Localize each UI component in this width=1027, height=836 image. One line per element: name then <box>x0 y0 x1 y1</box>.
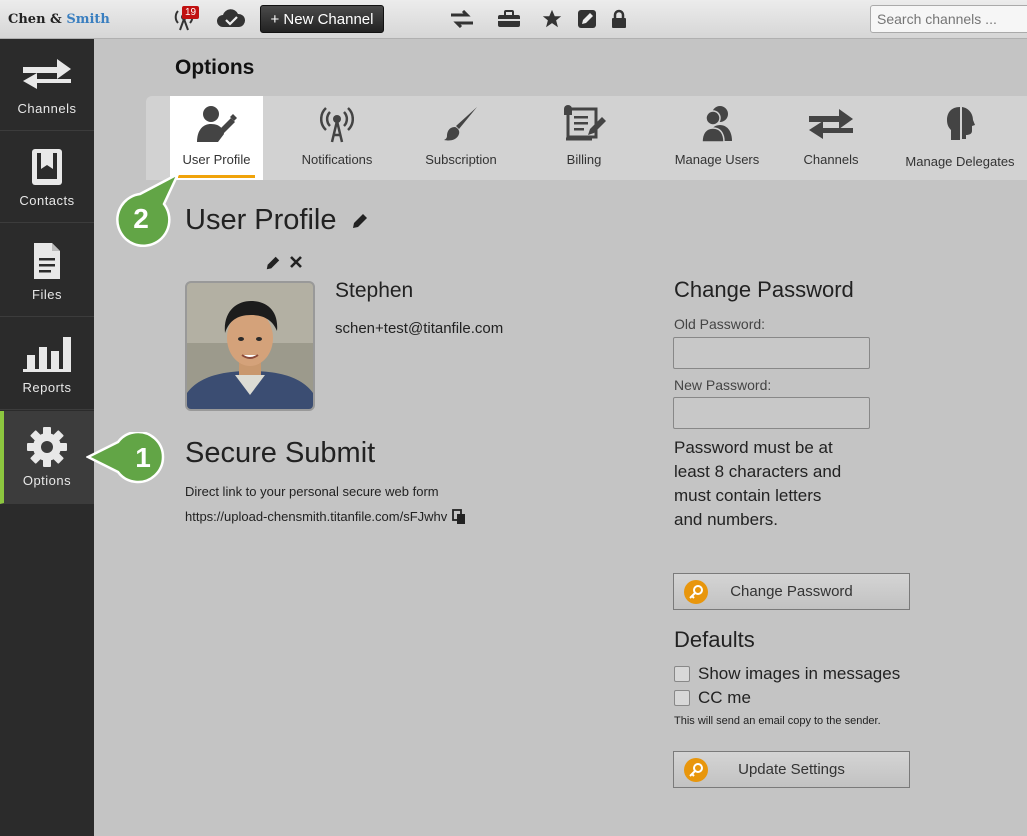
svg-text:1: 1 <box>135 442 151 473</box>
file-icon <box>33 239 61 283</box>
tab-billing[interactable]: Billing <box>544 96 624 180</box>
change-password-heading: Change Password <box>674 277 854 302</box>
callout-1: 1 <box>85 430 176 491</box>
secure-submit-link[interactable]: https://upload-chensmith.titanfile.com/s… <box>185 509 447 524</box>
sidebar-item-options[interactable]: Options <box>0 411 94 504</box>
remove-photo-close-icon[interactable] <box>289 255 303 274</box>
cc-me-checkbox[interactable] <box>674 690 690 706</box>
arrows-exchange-icon <box>807 96 855 152</box>
cc-me-note: This will send an email copy to the send… <box>674 715 881 727</box>
delegate-head-icon <box>945 96 975 152</box>
show-images-label: Show images in messages <box>698 664 901 683</box>
edit-note-icon[interactable] <box>573 6 601 32</box>
defaults-heading: Defaults <box>674 627 755 652</box>
bar-chart-icon <box>21 332 73 376</box>
edit-photo-pencil-icon[interactable] <box>265 255 281 276</box>
secure-submit-heading: Secure Submit <box>185 437 376 469</box>
top-bar: Chen & Smith 19 + New Channel <box>0 0 1027 39</box>
lock-icon[interactable] <box>605 6 633 32</box>
user-edit-icon <box>196 96 237 152</box>
tab-subscription[interactable]: Subscription <box>416 96 506 180</box>
invoice-scroll-icon <box>562 96 606 152</box>
update-settings-button[interactable]: Update Settings <box>673 751 910 788</box>
options-tabs: User Profile Notifications Subscription … <box>146 96 1027 180</box>
profile-name: Stephen <box>335 279 414 302</box>
app-logo[interactable]: Chen & Smith <box>8 12 110 27</box>
arrows-exchange-icon <box>21 53 73 97</box>
key-icon <box>684 579 708 604</box>
star-icon[interactable] <box>538 6 566 32</box>
paintbrush-icon <box>443 96 479 152</box>
sidebar-item-files[interactable]: Files <box>0 225 94 317</box>
new-channel-button[interactable]: + New Channel <box>260 5 384 33</box>
new-password-field[interactable] <box>673 397 870 429</box>
old-password-field[interactable] <box>673 337 870 369</box>
sidebar-item-contacts[interactable]: Contacts <box>0 131 94 223</box>
cc-me-label: CC me <box>698 688 751 707</box>
notification-count-badge: 19 <box>182 6 200 19</box>
arrows-exchange-icon[interactable] <box>448 6 476 32</box>
tab-manage-delegates[interactable]: Manage Delegates <box>902 96 1018 180</box>
old-password-label: Old Password: <box>674 316 766 332</box>
copy-icon[interactable] <box>452 509 466 524</box>
tab-user-profile[interactable]: User Profile <box>170 96 263 180</box>
sidebar-item-reports[interactable]: Reports <box>0 318 94 410</box>
profile-email: schen+test@titanfile.com <box>335 320 504 337</box>
cc-me-row: CC me <box>674 688 751 708</box>
password-requirements-note: Password must be at least 8 characters a… <box>674 438 842 529</box>
search-channels-input[interactable] <box>870 5 1027 33</box>
page-title: Options <box>175 56 255 79</box>
contacts-book-icon <box>31 145 63 189</box>
change-password-button[interactable]: Change Password <box>673 573 910 610</box>
broadcast-tower-icon <box>320 96 354 152</box>
secure-submit-link-row: https://upload-chensmith.titanfile.com/s… <box>185 509 466 524</box>
show-images-checkbox[interactable] <box>674 666 690 682</box>
avatar <box>185 281 315 411</box>
new-password-label: New Password: <box>674 377 772 393</box>
tab-manage-users[interactable]: Manage Users <box>668 96 766 180</box>
cloud-check-icon[interactable] <box>214 6 248 32</box>
svg-text:2: 2 <box>133 203 149 234</box>
gear-icon <box>26 425 68 469</box>
toolbox-icon[interactable] <box>495 6 523 32</box>
show-images-row: Show images in messages <box>674 664 900 684</box>
users-group-icon <box>700 96 734 152</box>
user-profile-heading: User Profile <box>185 204 369 238</box>
sidebar-item-channels[interactable]: Channels <box>0 39 94 131</box>
tab-notifications[interactable]: Notifications <box>292 96 382 180</box>
tab-channels[interactable]: Channels <box>796 96 866 180</box>
sidebar: Channels Contacts Files Reports Options <box>0 39 94 836</box>
callout-2: 2 <box>110 170 186 255</box>
secure-submit-description: Direct link to your personal secure web … <box>185 484 439 499</box>
active-tab-underline <box>178 175 255 178</box>
pencil-icon[interactable] <box>351 205 369 238</box>
key-icon <box>684 757 708 782</box>
